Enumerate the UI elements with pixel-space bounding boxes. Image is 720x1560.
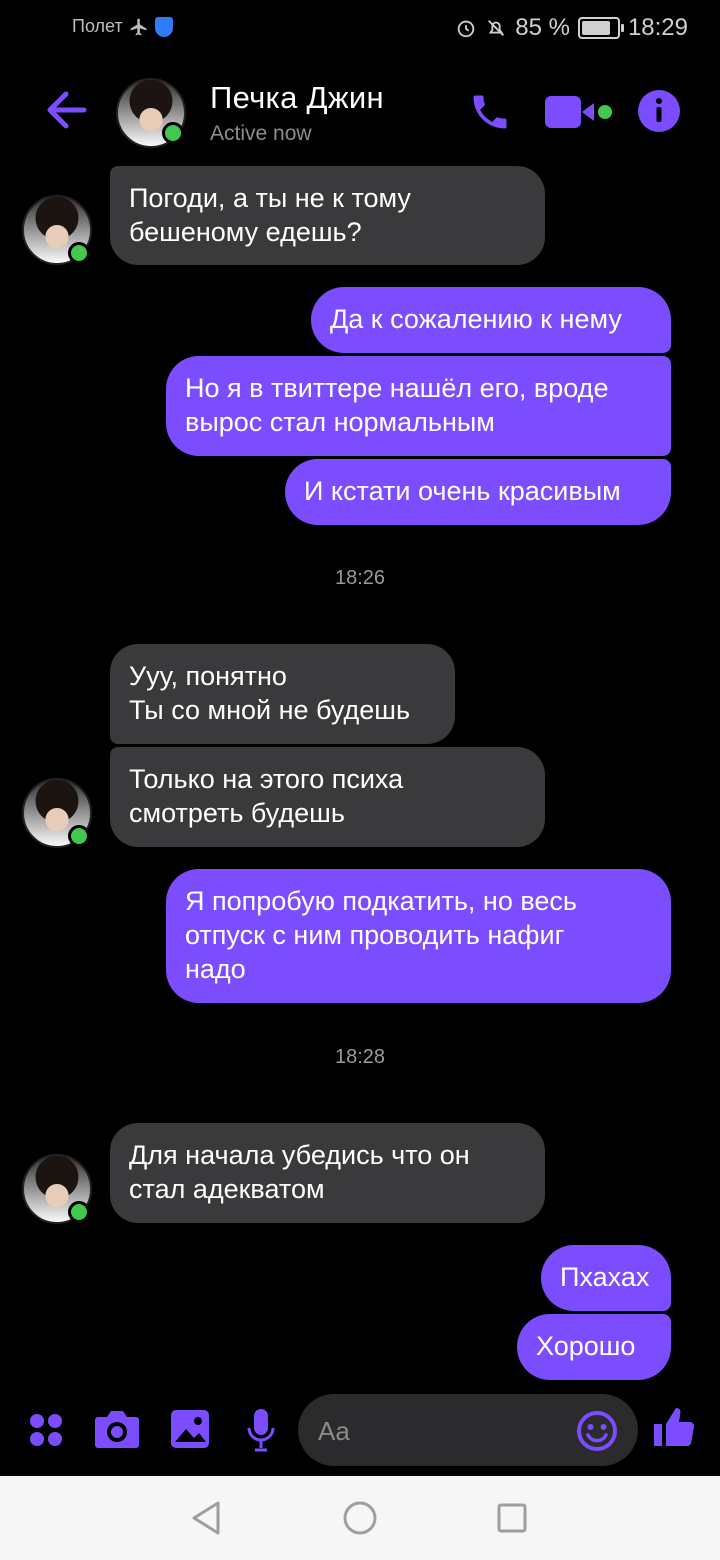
emoji-icon[interactable] (576, 1410, 618, 1452)
battery-icon (577, 17, 624, 39)
thumbs-up-icon[interactable] (650, 1404, 698, 1452)
outgoing-message[interactable]: Я попробую подкатить, но весь отпуск с н… (166, 869, 671, 1003)
contact-status: Active now (210, 122, 312, 145)
outgoing-message[interactable]: Хорошо (517, 1314, 671, 1380)
timestamp: 18:28 (334, 1046, 386, 1068)
nav-home-icon[interactable] (342, 1500, 378, 1536)
microphone-icon[interactable] (246, 1408, 276, 1452)
message-input[interactable]: Aa (298, 1394, 638, 1466)
status-right: 85 % 18:29 (455, 14, 688, 42)
online-indicator (68, 825, 90, 847)
incoming-message[interactable]: Только на этого психа смотреть будешь (110, 747, 545, 847)
nav-back-icon[interactable] (190, 1500, 222, 1536)
timestamp: 18:26 (334, 567, 386, 589)
camera-icon[interactable] (94, 1408, 140, 1450)
battery-percent: 85 % (515, 14, 570, 41)
online-indicator (68, 242, 90, 264)
status-bar: Полет 85 % 18:29 (0, 0, 720, 56)
system-nav-bar (0, 1476, 720, 1560)
incoming-message[interactable]: Погоди, а ты не к тому бешеному едешь? (110, 166, 545, 265)
apps-icon[interactable] (28, 1412, 64, 1448)
outgoing-message[interactable]: И кстати очень красивым (285, 459, 671, 525)
outgoing-message[interactable]: Да к сожалению к нему (311, 287, 671, 353)
phone-icon[interactable] (468, 90, 512, 134)
carrier-label: Полет (72, 16, 123, 36)
info-icon[interactable] (637, 89, 681, 133)
incoming-message[interactable]: Для начала убедись что он стал адекватом (110, 1123, 545, 1223)
shield-icon (154, 16, 173, 37)
gallery-icon[interactable] (170, 1409, 210, 1449)
chat-header: Печка Джин Active now (0, 56, 720, 168)
back-arrow-icon[interactable] (44, 88, 88, 132)
incoming-message[interactable]: Ууу, понятно Ты со мной не будешь (110, 644, 455, 744)
airplane-icon (130, 18, 147, 35)
clock: 18:29 (627, 14, 688, 41)
composer-bar: Aa (0, 1392, 720, 1476)
online-indicator (68, 1201, 90, 1223)
message-input-placeholder: Aa (318, 1416, 350, 1446)
outgoing-message[interactable]: Пхахах (541, 1245, 671, 1311)
status-left: Полет (72, 16, 173, 37)
outgoing-message[interactable]: Но я в твиттере нашёл его, вроде вырос с… (166, 356, 671, 456)
alarm-icon (457, 20, 475, 38)
contact-name[interactable]: Печка Джин (210, 80, 384, 116)
nav-recents-icon[interactable] (496, 1502, 528, 1534)
online-indicator (162, 122, 184, 144)
video-icon[interactable] (544, 92, 616, 132)
mute-bell-icon (488, 20, 505, 36)
